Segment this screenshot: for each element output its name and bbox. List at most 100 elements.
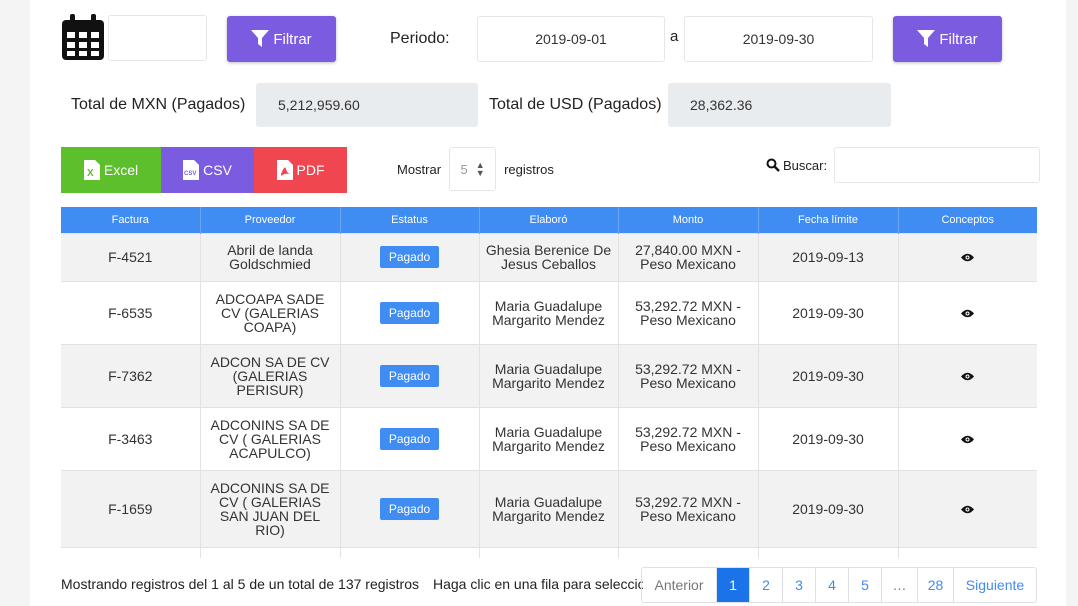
fecha-cell: 2019-09-30 [758, 343, 899, 407]
table-info: Mostrando registros del 1 al 5 de un tot… [61, 576, 419, 592]
conceptos-cell [898, 343, 1037, 407]
filter-button[interactable]: Filtrar [227, 16, 336, 62]
pdf-file-icon [276, 160, 293, 180]
total-usd-label: Total de USD (Pagados) [489, 96, 662, 113]
status-badge: Pagado [379, 364, 440, 387]
fecha-cell: 2019-09-30 [758, 469, 899, 547]
proveedor-cell: ADCONINS SA DE CV ( GALERIAS SAN JUAN DE… [200, 469, 341, 547]
csv-export-button[interactable]: CSV CSV [161, 147, 254, 193]
table-row[interactable]: F-3463 ADCONINS SA DE CV ( GALERIAS ACAP… [61, 406, 1037, 470]
filter-icon [917, 30, 936, 47]
search-label: Buscar: [783, 157, 828, 173]
date-from-input[interactable]: 2019-09-01 [477, 16, 665, 62]
eye-icon[interactable] [961, 372, 975, 381]
table-row[interactable]: F-6535 ADCOAPA SADE CV (GALERIAS COAPA) … [61, 280, 1037, 344]
eye-icon[interactable] [961, 435, 975, 444]
column-header-monto[interactable]: Monto [618, 207, 759, 233]
table-row[interactable]: F-4521 Abril de landa Goldschmied Pagado… [61, 232, 1037, 281]
length-control: Mostrar 5 ▲ ▼ registros [397, 147, 554, 191]
column-header-conceptos[interactable]: Conceptos [898, 207, 1037, 233]
column-header-proveedor[interactable]: Proveedor [200, 207, 341, 233]
periodo-label: Periodo: [390, 30, 450, 47]
pagination-ellipsis: … [882, 568, 918, 602]
pagination-page-2[interactable]: 2 [750, 568, 783, 602]
conceptos-cell [898, 469, 1037, 547]
estatus-cell: Pagado [340, 232, 480, 281]
total-mxn-label: Total de MXN (Pagados) [71, 96, 246, 113]
table-row-partial [61, 546, 1037, 558]
status-badge: Pagado [379, 427, 440, 450]
filter-icon [251, 30, 270, 47]
elaboro-cell: Maria Guadalupe Margarito Mendez [479, 343, 619, 407]
calendar-icon[interactable] [60, 14, 106, 62]
fecha-cell: 2019-09-13 [758, 232, 899, 281]
pagination-previous[interactable]: Anterior [642, 568, 717, 602]
status-badge: Pagado [379, 246, 440, 268]
page-length-value: 5 [460, 161, 468, 177]
eye-icon[interactable] [961, 505, 975, 514]
invoices-table-wrapper: Factura Proveedor Estatus Elaboró Monto … [61, 207, 1038, 558]
column-header-estatus[interactable]: Estatus [340, 207, 480, 233]
elaboro-cell: Ghesia Berenice De Jesus Ceballos [479, 232, 619, 281]
elaboro-cell: Maria Guadalupe Margarito Mendez [479, 406, 619, 470]
total-mxn-value: 5,212,959.60 [256, 83, 478, 127]
table-row[interactable]: F-7362 ADCON SA DE CV (GALERIAS PERISUR)… [61, 343, 1037, 407]
svg-text:CSV: CSV [184, 171, 196, 177]
factura-cell: F-1659 [61, 469, 201, 547]
fecha-cell: 2019-09-30 [758, 280, 899, 344]
column-header-elaboro[interactable]: Elaboró [479, 207, 619, 233]
date-to-input[interactable]: 2019-09-30 [684, 16, 873, 62]
select-arrows-icon: ▲ ▼ [475, 160, 485, 178]
pagination: Anterior 1 2 3 4 5 … 28 Siguiente [641, 567, 1037, 603]
elaboro-cell: Maria Guadalupe Margarito Mendez [479, 280, 619, 344]
total-usd-value: 28,362.36 [668, 83, 891, 127]
proveedor-cell: ADCONINS SA DE CV ( GALERIAS ACAPULCO) [200, 406, 341, 470]
filter-button-label: Filtrar [273, 30, 312, 48]
estatus-cell: Pagado [340, 469, 480, 547]
csv-label: CSV [203, 162, 232, 178]
search-control: Buscar: [766, 147, 1041, 183]
monto-cell: 53,292.72 MXN - Peso Mexicano [618, 469, 759, 547]
monto-cell: 27,840.00 MXN - Peso Mexicano [618, 232, 759, 281]
search-input[interactable] [834, 147, 1041, 183]
pagination-next[interactable]: Siguiente [954, 568, 1036, 602]
pagination-page-28[interactable]: 28 [918, 568, 954, 602]
column-header-factura[interactable]: Factura [61, 207, 201, 233]
table-header-row: Factura Proveedor Estatus Elaboró Monto … [61, 207, 1037, 233]
pdf-label: PDF [296, 162, 325, 178]
single-date-input[interactable] [108, 15, 207, 61]
excel-export-button[interactable]: X Excel [61, 147, 161, 193]
monto-cell: 53,292.72 MXN - Peso Mexicano [618, 343, 759, 407]
proveedor-cell: Abril de landa Goldschmied [200, 232, 341, 281]
pagination-page-3[interactable]: 3 [783, 568, 816, 602]
date-separator: a [670, 27, 679, 45]
conceptos-cell [898, 232, 1037, 281]
pdf-export-button[interactable]: PDF [254, 147, 347, 193]
status-badge: Pagado [379, 301, 440, 324]
pagination-page-4[interactable]: 4 [816, 568, 849, 602]
status-badge: Pagado [379, 497, 440, 520]
column-header-fecha-limite[interactable]: Fecha límite [758, 207, 899, 233]
elaboro-cell: Maria Guadalupe Margarito Mendez [479, 469, 619, 547]
fecha-cell: 2019-09-30 [758, 406, 899, 470]
excel-file-icon: X [83, 160, 100, 180]
search-icon [766, 158, 780, 172]
conceptos-cell [898, 406, 1037, 470]
monto-cell: 53,292.72 MXN - Peso Mexicano [618, 406, 759, 470]
pagination-page-1[interactable]: 1 [717, 568, 750, 602]
factura-cell: F-4521 [61, 232, 201, 281]
factura-cell: F-7362 [61, 343, 201, 407]
records-label: registros [504, 161, 554, 177]
svg-text:X: X [87, 168, 94, 179]
eye-icon[interactable] [961, 309, 975, 318]
show-label: Mostrar [397, 161, 442, 177]
eye-icon[interactable] [961, 253, 975, 262]
estatus-cell: Pagado [340, 406, 480, 470]
monto-cell: 53,292.72 MXN - Peso Mexicano [618, 280, 759, 344]
filter-period-button[interactable]: Filtrar [893, 16, 1002, 62]
page-length-select[interactable]: 5 ▲ ▼ [449, 147, 497, 191]
invoices-table: Factura Proveedor Estatus Elaboró Monto … [61, 207, 1037, 558]
pagination-page-5[interactable]: 5 [849, 568, 882, 602]
table-row[interactable]: F-1659 ADCONINS SA DE CV ( GALERIAS SAN … [61, 469, 1037, 547]
conceptos-cell [898, 280, 1037, 344]
